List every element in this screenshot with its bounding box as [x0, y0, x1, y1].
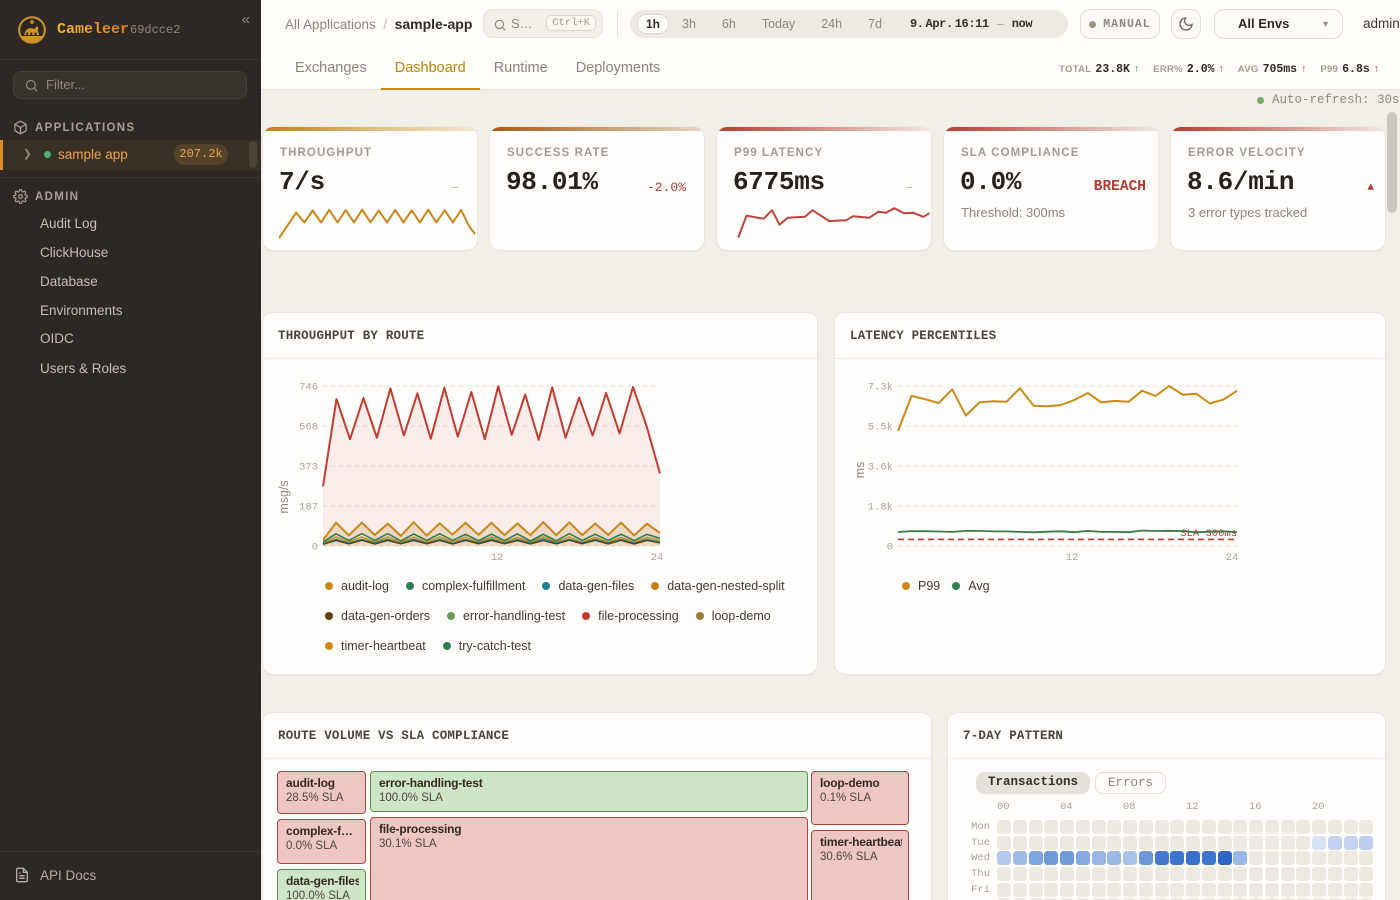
svg-text:373: 373: [299, 462, 318, 474]
svg-text:12: 12: [1066, 552, 1079, 564]
svg-text:568: 568: [299, 422, 318, 434]
svg-text:24: 24: [651, 552, 664, 564]
svg-text:187: 187: [299, 502, 318, 514]
svg-text:msg/s: msg/s: [277, 480, 291, 513]
svg-text:7.3k: 7.3k: [868, 382, 893, 394]
svg-text:SLA 300ms: SLA 300ms: [1180, 528, 1237, 540]
svg-text:ms: ms: [853, 462, 867, 479]
svg-text:1.8k: 1.8k: [868, 502, 893, 514]
svg-text:24: 24: [1226, 552, 1239, 564]
svg-text:0: 0: [312, 542, 318, 554]
svg-text:0: 0: [887, 542, 893, 554]
svg-text:12: 12: [491, 552, 504, 564]
svg-text:746: 746: [299, 382, 318, 394]
svg-text:5.5k: 5.5k: [868, 422, 893, 434]
svg-text:3.6k: 3.6k: [868, 462, 893, 474]
